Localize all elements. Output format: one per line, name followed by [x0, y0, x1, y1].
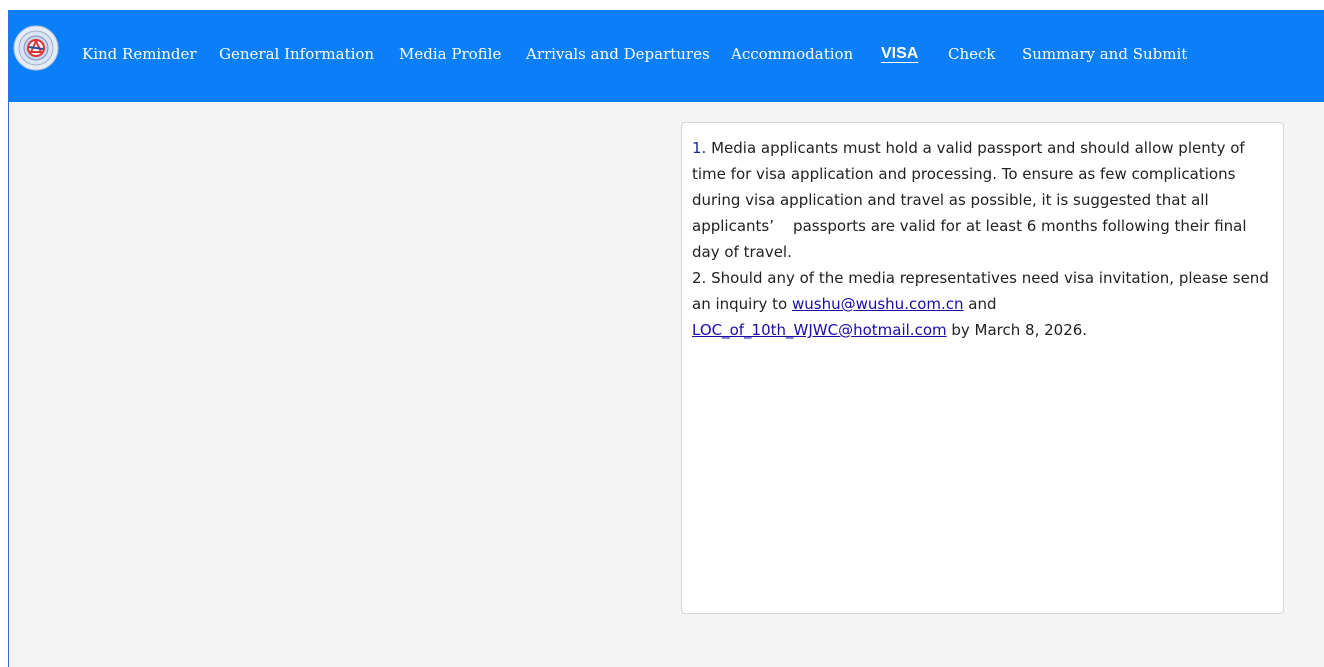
nav-check[interactable]: Check [948, 44, 996, 64]
visa-notice-paragraph-2: 2. Should any of the media representativ… [692, 265, 1274, 343]
paragraph-text: and [963, 295, 997, 313]
nav-summary-and-submit[interactable]: Summary and Submit [1022, 44, 1187, 64]
nav-accommodation[interactable]: Accommodation [731, 44, 853, 64]
nav-arrivals-and-departures[interactable]: Arrivals and Departures [526, 44, 710, 64]
email-link-wushu[interactable]: wushu@wushu.com.cn [792, 295, 964, 313]
paragraph-text: by March 8, 2026. [946, 321, 1088, 339]
top-navbar: Kind Reminder General Information Media … [9, 10, 1324, 102]
paragraph-text: Media applicants must hold a valid passp… [692, 139, 1247, 261]
nav-kind-reminder[interactable]: Kind Reminder [82, 44, 197, 64]
nav-general-information[interactable]: General Information [219, 44, 374, 64]
paragraph-number: 1. [692, 139, 707, 157]
visa-notice-paragraph-1: 1. Media applicants must hold a valid pa… [692, 135, 1274, 265]
email-link-loc[interactable]: LOC_of_10th_WJWC@hotmail.com [692, 321, 947, 339]
nav-visa[interactable]: VISA [881, 44, 918, 64]
wushu-federation-logo-icon[interactable] [13, 25, 59, 71]
nav-media-profile[interactable]: Media Profile [399, 44, 501, 64]
visa-notice-panel: 1. Media applicants must hold a valid pa… [681, 122, 1284, 614]
paragraph-number: 2. [692, 269, 707, 287]
app-frame: Kind Reminder General Information Media … [8, 10, 1324, 667]
